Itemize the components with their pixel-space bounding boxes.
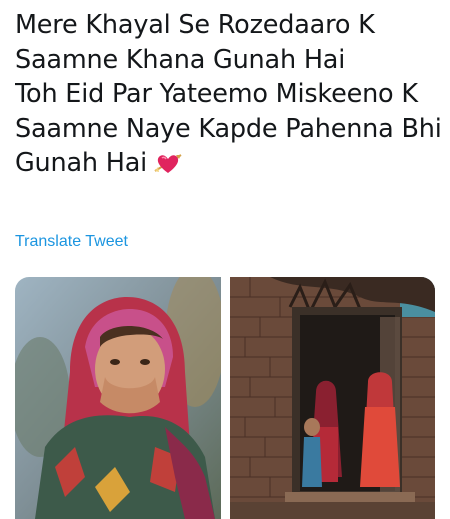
tweet-text: Mere Khayal Se Rozedaaro K Saamne Khana …: [15, 8, 440, 176]
tweet-line-text: Gunah Hai: [15, 148, 148, 176]
tweet-line: Saamne Naye Kapde Pahenna Bhi: [15, 113, 440, 144]
tweet-line-last: Gunah Hai: [15, 146, 440, 176]
photo-girl-covering-mouth[interactable]: [15, 277, 221, 519]
media-grid: [15, 277, 435, 519]
tweet-line: Saamne Khana Gunah Hai: [15, 44, 346, 75]
tweet-line: Toh Eid Par Yateemo Miskeeno K: [15, 79, 418, 109]
heart-with-arrow-icon: [153, 150, 183, 174]
translate-tweet-link[interactable]: Translate Tweet: [15, 233, 128, 251]
photo-children-in-doorway[interactable]: [230, 277, 435, 519]
tweet-line: Mere Khayal Se Rozedaaro K: [15, 10, 375, 40]
